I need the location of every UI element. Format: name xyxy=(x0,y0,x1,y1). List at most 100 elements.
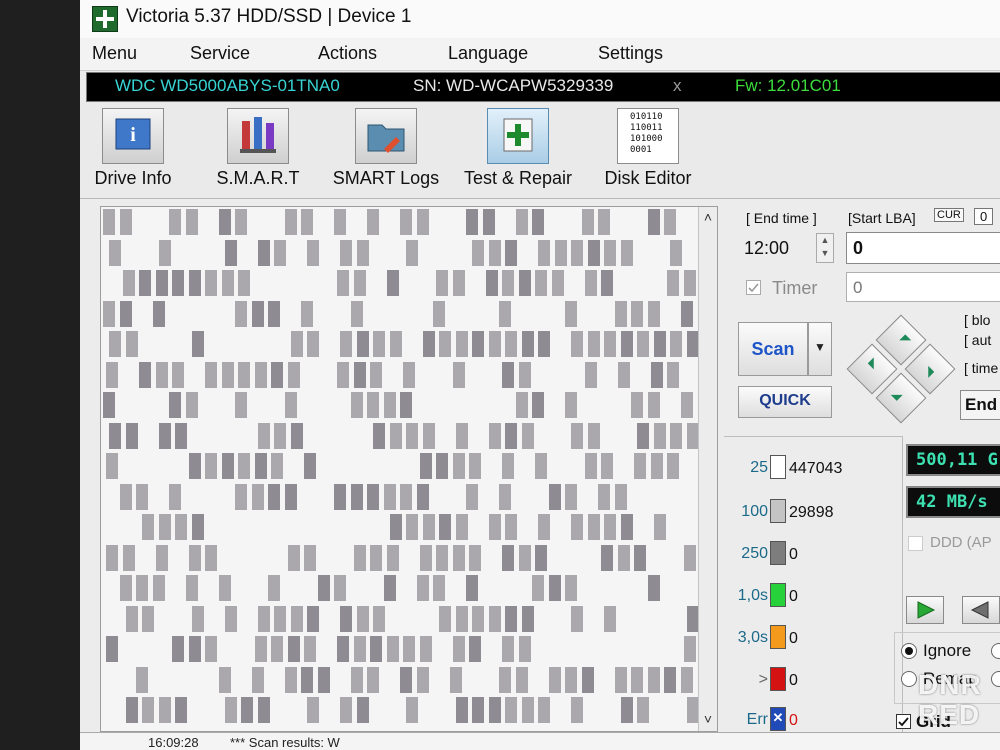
scan-block xyxy=(307,331,319,357)
erase-radio[interactable] xyxy=(991,643,1000,659)
scan-block xyxy=(433,300,445,327)
end-time-field[interactable]: 12:00 xyxy=(738,232,812,262)
scan-block xyxy=(422,422,435,449)
scan-block xyxy=(389,331,402,357)
timer-checkbox[interactable] xyxy=(746,280,761,295)
scan-block xyxy=(188,453,201,479)
scan-block xyxy=(637,422,649,449)
scan-block xyxy=(290,422,303,449)
scan-block xyxy=(257,422,270,449)
scan-block xyxy=(122,544,135,571)
scan-block xyxy=(205,270,217,296)
scan-block xyxy=(109,239,121,266)
start-lba-input[interactable]: 0 xyxy=(846,232,1000,264)
scan-block xyxy=(416,666,429,693)
scan-block xyxy=(103,300,115,327)
smart-icon xyxy=(227,108,289,164)
scan-block xyxy=(238,270,250,296)
scroll-down-icon[interactable]: ˅ xyxy=(702,712,714,726)
scan-block xyxy=(139,361,151,388)
scan-block xyxy=(601,453,613,479)
scan-block xyxy=(614,483,627,510)
scan-block xyxy=(340,331,352,357)
scan-block xyxy=(488,514,501,540)
scan-block xyxy=(218,209,231,235)
scan-block xyxy=(367,209,379,235)
menu-item-actions[interactable]: Actions xyxy=(318,43,377,64)
scan-block xyxy=(647,392,660,418)
play-button[interactable] xyxy=(906,596,944,624)
drive-info-button[interactable]: i Drive Info xyxy=(94,108,172,194)
reverse-button[interactable] xyxy=(962,596,1000,624)
scan-block xyxy=(158,422,171,449)
scan-block xyxy=(631,666,643,693)
scan-mode-dropdown[interactable]: ▼ xyxy=(808,322,832,376)
scan-block xyxy=(515,666,528,693)
svg-text:i: i xyxy=(130,124,136,146)
scan-block xyxy=(185,392,198,418)
grid-checkbox[interactable] xyxy=(896,714,911,729)
menu-item-language[interactable]: Language xyxy=(448,43,528,64)
scan-block xyxy=(317,575,330,601)
status-time: 16:09:28 xyxy=(148,735,199,750)
scan-block xyxy=(188,636,201,662)
cur-value: 0 xyxy=(974,208,994,225)
device-info-strip[interactable]: WDC WD5000ABYS-01TNA0 SN: WD-WCAPW532933… xyxy=(86,72,1000,102)
test-repair-button[interactable]: Test & Repair xyxy=(456,108,580,194)
scan-block xyxy=(367,666,379,693)
scan-block xyxy=(334,575,346,601)
scan-block xyxy=(337,361,349,388)
menu-item-settings[interactable]: Settings xyxy=(598,43,663,64)
scan-label: Scan xyxy=(751,339,795,359)
scan-block xyxy=(505,605,517,632)
scan-block xyxy=(469,636,481,662)
scroll-up-icon[interactable]: ˄ xyxy=(702,210,714,224)
scan-block xyxy=(502,361,514,388)
end-button[interactable]: End xyxy=(960,390,1000,420)
scan-block xyxy=(653,331,666,357)
ddd-label: DDD (AP xyxy=(930,534,992,551)
scan-block xyxy=(518,636,531,662)
scan-block xyxy=(340,239,352,266)
scan-button[interactable]: Scan xyxy=(738,322,808,376)
scan-block xyxy=(109,331,121,357)
disk-editor-button[interactable]: 010110 110011 101000 0001 Disk Editor xyxy=(598,108,698,194)
end-time-spinner[interactable]: ▲ ▼ xyxy=(816,233,834,263)
scan-block xyxy=(604,605,616,632)
cur-button[interactable]: CUR xyxy=(934,208,964,222)
speed-value: 42 MB/s xyxy=(916,492,988,512)
legend-row: 100 29898 xyxy=(724,499,902,525)
test-control-panel: [ End time ] [Start LBA] CUR 0 12:00 ▲ ▼ … xyxy=(724,200,1000,750)
ignore-radio[interactable] xyxy=(901,643,917,659)
map-scrollbar[interactable]: ˄ ˅ xyxy=(698,207,717,731)
legend-threshold: > xyxy=(758,671,768,688)
device-close-button[interactable]: x xyxy=(673,76,682,96)
scan-block xyxy=(287,544,300,571)
menu-item-menu[interactable]: Menu xyxy=(92,43,137,64)
scan-block xyxy=(290,331,303,357)
scan-block xyxy=(307,697,319,723)
scan-block xyxy=(419,453,432,479)
scan-block xyxy=(221,361,234,388)
smart-logs-button[interactable]: SMART Logs xyxy=(330,108,442,194)
scan-block xyxy=(301,666,313,693)
scan-block xyxy=(571,422,583,449)
smart-button[interactable]: S.M.A.R.T xyxy=(212,108,304,194)
scan-block xyxy=(620,331,633,357)
scan-block xyxy=(406,239,418,266)
scan-block xyxy=(416,209,429,235)
ddd-checkbox[interactable] xyxy=(908,536,923,551)
logs-icon xyxy=(355,108,417,164)
position-value: 500,11 G xyxy=(916,450,998,470)
quick-button[interactable]: QUICK xyxy=(738,386,832,418)
menu-item-service[interactable]: Service xyxy=(190,43,250,64)
timer-input[interactable]: 0 xyxy=(846,272,1000,302)
scan-block-map[interactable]: ˄ ˅ xyxy=(100,206,718,732)
scan-block xyxy=(680,666,693,693)
scan-block xyxy=(158,697,171,723)
scan-block xyxy=(340,697,352,723)
scan-block xyxy=(587,331,600,357)
scan-block xyxy=(218,666,231,693)
scan-block xyxy=(535,270,547,296)
remap-radio[interactable] xyxy=(901,671,917,687)
